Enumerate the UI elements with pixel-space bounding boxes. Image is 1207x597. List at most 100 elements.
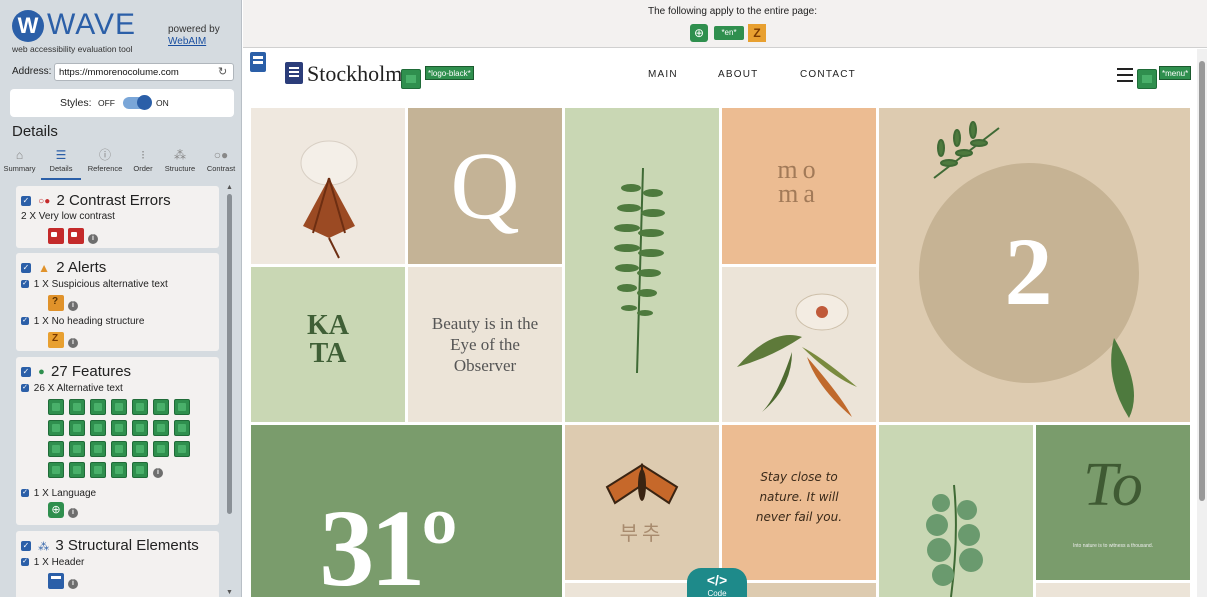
q-letter-tile[interactable]: Q: [408, 108, 562, 264]
styles-toggle[interactable]: [123, 95, 152, 110]
nav-contact[interactable]: CONTACT: [800, 69, 856, 80]
alt-text-icon[interactable]: [132, 399, 148, 415]
header-icon[interactable]: [250, 52, 266, 72]
panel-scroll-thumb[interactable]: [227, 194, 232, 514]
structural-title[interactable]: ✓ ⁂ 3 Structural Elements: [21, 537, 199, 554]
nav-about[interactable]: ABOUT: [718, 69, 758, 80]
language-tag[interactable]: *en*: [714, 26, 744, 40]
fern-tile[interactable]: [565, 108, 719, 422]
moth-tile[interactable]: 부추: [565, 425, 719, 580]
no-heading-icon[interactable]: [48, 332, 64, 348]
tab-summary[interactable]: ⌂ Summary: [0, 146, 39, 180]
image-alt-icon[interactable]: [401, 69, 421, 89]
kata-tile[interactable]: KA TA: [251, 267, 405, 422]
tab-reference[interactable]: ⓘ Reference: [85, 146, 125, 180]
alt-text-icon[interactable]: [153, 441, 169, 457]
tab-order[interactable]: ⁝ Order: [128, 146, 158, 180]
hamburger-menu-icon[interactable]: [1117, 68, 1133, 82]
header-checkbox[interactable]: ✓: [21, 558, 29, 567]
tab-structure[interactable]: ⁂ Structure: [160, 146, 200, 180]
suspicious-alt-icon[interactable]: [48, 295, 64, 311]
alt-text-icon[interactable]: [90, 462, 106, 478]
info-icon[interactable]: i: [153, 468, 163, 478]
stay-close-tile[interactable]: Stay close to nature. It will never fail…: [722, 425, 876, 580]
magnolia-tile[interactable]: [722, 267, 876, 422]
alt-text-icon[interactable]: [48, 399, 64, 415]
cotton-flower-tile[interactable]: [251, 108, 405, 264]
info-icon[interactable]: i: [68, 508, 78, 518]
image-alt-icon[interactable]: [1137, 69, 1157, 89]
big-number-tile[interactable]: 31º: [251, 425, 562, 597]
bottom-tile: [1036, 583, 1190, 597]
site-brand[interactable]: Stockholm: [307, 61, 402, 87]
code-toggle-button[interactable]: </> Code: [687, 568, 747, 597]
info-icon[interactable]: i: [68, 301, 78, 311]
alt-text-icon[interactable]: [174, 441, 190, 457]
header-label: 1 X Header: [33, 557, 85, 568]
globe-icon[interactable]: ⊕: [48, 502, 64, 518]
contrast-errors-title[interactable]: ✓ ○● 2 Contrast Errors: [21, 192, 171, 209]
alt-text-icon[interactable]: [153, 399, 169, 415]
tab-details-label: Details: [49, 164, 73, 173]
moma-tile[interactable]: mo ma: [722, 108, 876, 264]
scroll-up-icon[interactable]: ▲: [226, 184, 233, 191]
scroll-down-icon[interactable]: ▼: [226, 589, 233, 596]
alt-text-icon[interactable]: [111, 441, 127, 457]
no-heading-alert-icon[interactable]: Z: [748, 24, 766, 42]
stockholm-logo-icon[interactable]: [285, 62, 303, 84]
alt-text-icon[interactable]: [48, 441, 64, 457]
language-checkbox[interactable]: ✓: [21, 489, 29, 498]
logo-alt-tag[interactable]: *logo-black*: [425, 66, 474, 80]
alt-text-icon[interactable]: [90, 420, 106, 436]
globe-icon[interactable]: ⊕: [690, 24, 708, 42]
tab-details[interactable]: ☰ Details: [41, 146, 81, 180]
list-icon: ☰: [55, 148, 67, 162]
page-scroll-thumb[interactable]: [1199, 61, 1205, 501]
alt-text-icon[interactable]: [153, 420, 169, 436]
alt-text-icon[interactable]: [69, 441, 85, 457]
features-title[interactable]: ✓ ● 27 Features: [21, 363, 131, 380]
alt-text-icon[interactable]: [69, 399, 85, 415]
alt-text-icon[interactable]: [90, 399, 106, 415]
alt-text-icon[interactable]: [132, 441, 148, 457]
no-heading-checkbox[interactable]: ✓: [21, 317, 29, 326]
contrast-error-icon[interactable]: [68, 228, 84, 244]
contrast-error-icon[interactable]: [48, 228, 64, 244]
number-two-tile[interactable]: 2: [879, 108, 1190, 422]
alerts-title[interactable]: ✓ ▲ 2 Alerts: [21, 259, 106, 276]
panel-scrollbar[interactable]: ▲ ▼: [226, 184, 234, 596]
info-icon[interactable]: i: [88, 234, 98, 244]
address-input[interactable]: https://mmorenocolume.com: [54, 63, 234, 81]
structural-checkbox[interactable]: ✓: [21, 541, 31, 552]
alt-text-icon[interactable]: [69, 462, 85, 478]
header-icon[interactable]: [48, 573, 64, 589]
page-scrollbar[interactable]: [1197, 49, 1207, 597]
alt-text-icon[interactable]: [69, 420, 85, 436]
alt-text-icon[interactable]: [111, 420, 127, 436]
menu-alt-tag[interactable]: *menu*: [1159, 66, 1192, 80]
eucalyptus-tile[interactable]: [879, 425, 1033, 597]
tab-contrast[interactable]: ○● Contrast: [200, 146, 242, 180]
alt-text-icon[interactable]: [132, 462, 148, 478]
contrast-checkbox[interactable]: ✓: [21, 196, 31, 207]
reload-icon[interactable]: ↻: [218, 65, 227, 78]
alerts-checkbox[interactable]: ✓: [21, 263, 31, 274]
alt-text-icon[interactable]: [48, 462, 64, 478]
info-icon[interactable]: i: [68, 338, 78, 348]
features-checkbox[interactable]: ✓: [21, 367, 31, 378]
alt-text-checkbox[interactable]: ✓: [21, 384, 29, 393]
beauty-quote-tile[interactable]: Beauty is in the Eye of the Observer: [408, 267, 562, 422]
suspicious-alt-checkbox[interactable]: ✓: [21, 280, 29, 289]
info-icon[interactable]: i: [68, 579, 78, 589]
wave-logo-icon[interactable]: W: [12, 10, 44, 42]
to-tile[interactable]: To Into nature is to witness a thousand.: [1036, 425, 1190, 580]
nav-main[interactable]: MAIN: [648, 69, 678, 80]
alt-text-icon[interactable]: [90, 441, 106, 457]
webaim-link[interactable]: WebAIM: [168, 36, 206, 47]
alt-text-icon[interactable]: [174, 399, 190, 415]
alt-text-icon[interactable]: [48, 420, 64, 436]
alt-text-icon[interactable]: [111, 399, 127, 415]
alt-text-icon[interactable]: [174, 420, 190, 436]
alt-text-icon[interactable]: [132, 420, 148, 436]
alt-text-icon[interactable]: [111, 462, 127, 478]
